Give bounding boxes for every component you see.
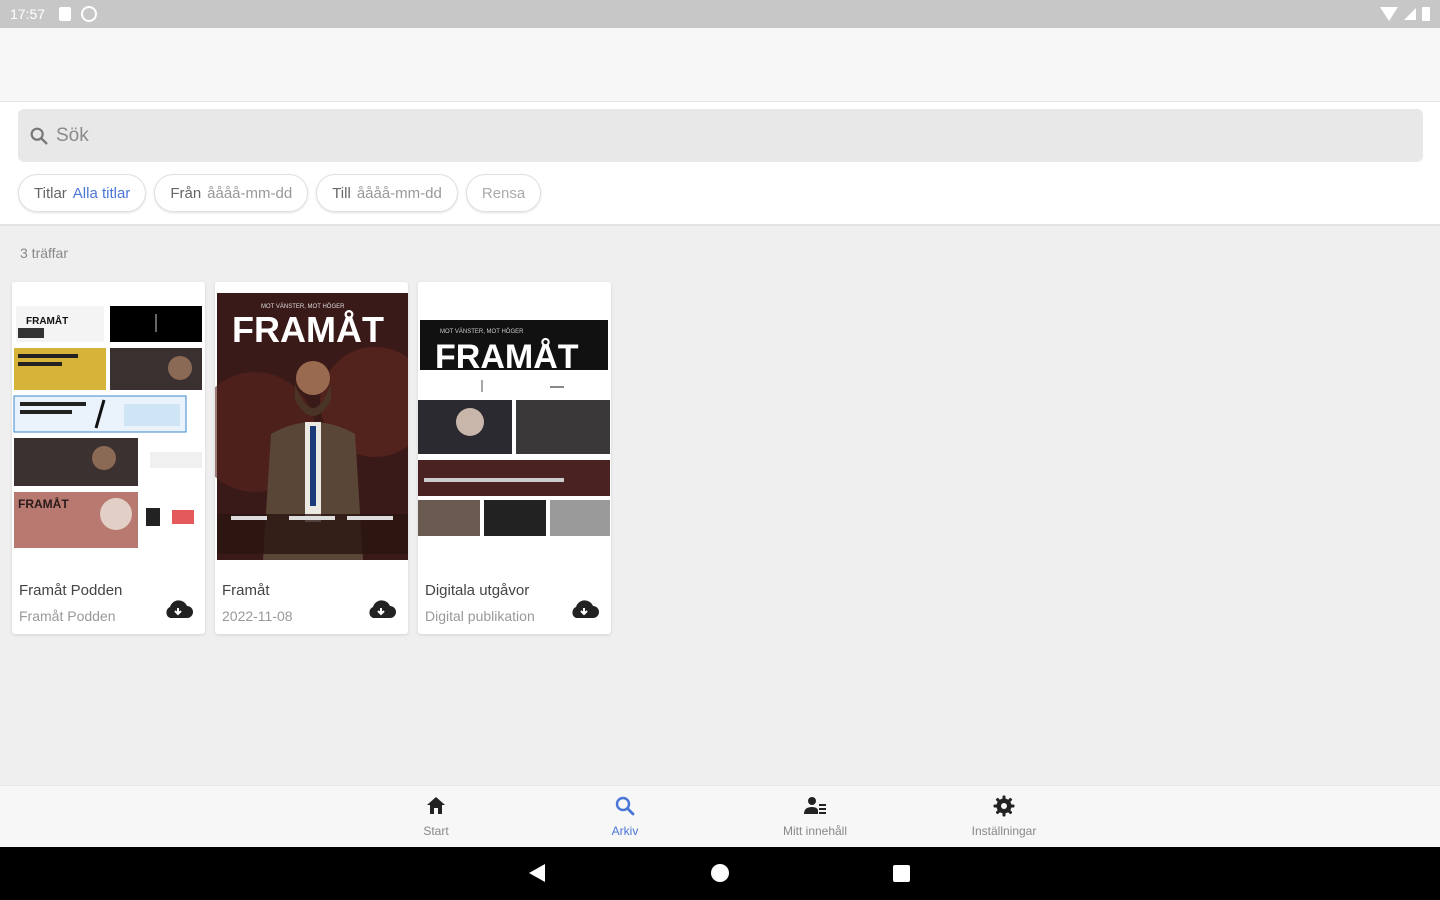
- clear-filters-label: Rensa: [481, 184, 526, 202]
- cover-brand-text: FRAMÅT: [435, 338, 579, 376]
- results-count: 3 träffar: [20, 245, 68, 261]
- wifi-icon: [1380, 7, 1398, 21]
- result-card[interactable]: MOT VÄNSTER, MOT HÖGER FRAMÅT Framåt 202…: [215, 282, 408, 634]
- results-grid: FRAMÅT FRAMÅT Framåt Podden Framåt Podde…: [12, 282, 611, 634]
- nav-label-start: Start: [423, 824, 449, 838]
- nav-item-my-content[interactable]: Mitt innehåll: [755, 794, 875, 838]
- card-subtitle: Framåt Podden: [19, 608, 116, 624]
- sync-icon: [81, 6, 98, 22]
- signal-icon: [1404, 8, 1416, 20]
- cover-tagline: MOT VÄNSTER, MOT HÖGER: [440, 328, 524, 335]
- recents-icon[interactable]: [893, 865, 910, 882]
- gear-icon: [993, 795, 1015, 817]
- card-subtitle: 2022-11-08: [222, 608, 293, 624]
- from-date-label: Från: [170, 184, 202, 202]
- search-area: Titlar Alla titlar Från åååå-mm-dd Till …: [0, 102, 1440, 226]
- cloud-download-icon[interactable]: [569, 598, 599, 620]
- podcast-cover-image: FRAMÅT FRAMÅT: [12, 282, 205, 562]
- nav-label-my-content: Mitt innehåll: [782, 824, 848, 838]
- home-icon: [427, 797, 445, 814]
- search-box[interactable]: [18, 109, 1423, 162]
- card-title: Framåt: [222, 582, 270, 599]
- status-time: 17:57: [10, 6, 46, 22]
- nav-label-archive: Arkiv: [611, 824, 639, 838]
- cover-brand-text-2: FRAMÅT: [18, 496, 69, 511]
- result-card[interactable]: FRAMÅT FRAMÅT Framåt Podden Framåt Podde…: [12, 282, 205, 634]
- cover-brand-text: FRAMÅT: [26, 314, 68, 327]
- digital-edition-cover-image: MOT VÄNSTER, MOT HÖGER FRAMÅT: [418, 282, 611, 562]
- titles-filter-chip[interactable]: Titlar Alla titlar: [18, 174, 147, 212]
- card-subtitle: Digital publikation: [425, 608, 535, 624]
- titles-filter-label: Titlar: [34, 184, 67, 202]
- cloud-download-icon[interactable]: [163, 598, 193, 620]
- search-input[interactable]: [56, 124, 1356, 147]
- result-card[interactable]: MOT VÄNSTER, MOT HÖGER FRAMÅT Digitala u…: [418, 282, 611, 634]
- cloud-download-icon[interactable]: [366, 598, 396, 620]
- status-bar: 17:57: [0, 0, 1440, 28]
- card-title: Digitala utgåvor: [425, 582, 530, 599]
- home-button-icon[interactable]: [711, 864, 729, 882]
- to-date-label: Till: [332, 184, 351, 202]
- nav-item-start[interactable]: Start: [376, 794, 496, 838]
- bottom-navigation: Start Arkiv Mitt innehåll Inställningar: [0, 785, 1440, 847]
- battery-icon: [1422, 7, 1430, 21]
- titles-filter-value: Alla titlar: [72, 184, 131, 202]
- magazine-cover-image: MOT VÄNSTER, MOT HÖGER FRAMÅT: [215, 282, 408, 562]
- back-icon[interactable]: [529, 864, 545, 882]
- from-date-chip[interactable]: Från åååå-mm-dd: [154, 174, 309, 212]
- search-icon: [30, 127, 48, 145]
- nav-item-archive[interactable]: Arkiv: [565, 794, 685, 838]
- card-title: Framåt Podden: [19, 582, 123, 599]
- to-date-value: åååå-mm-dd: [356, 184, 442, 202]
- sd-card-icon: [59, 7, 72, 21]
- system-navigation-bar: [0, 847, 1440, 900]
- app-bar: [0, 28, 1440, 102]
- nav-label-settings: Inställningar: [971, 824, 1037, 838]
- clear-filters-button[interactable]: Rensa: [465, 174, 542, 212]
- to-date-chip[interactable]: Till åååå-mm-dd: [316, 174, 458, 212]
- cover-brand-text: FRAMÅT: [232, 309, 384, 350]
- search-icon: [615, 796, 635, 816]
- filter-chips: Titlar Alla titlar Från åååå-mm-dd Till …: [18, 174, 542, 212]
- person-list-icon: [804, 797, 826, 814]
- nav-item-settings[interactable]: Inställningar: [944, 794, 1064, 838]
- from-date-value: åååå-mm-dd: [207, 184, 293, 202]
